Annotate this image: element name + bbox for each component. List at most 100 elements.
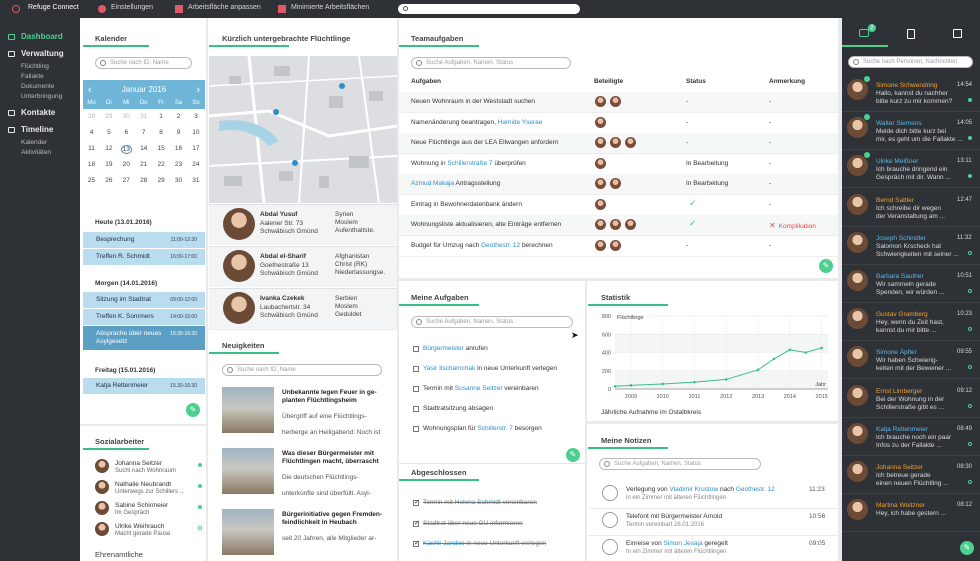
- calendar-day[interactable]: 9: [170, 129, 187, 136]
- sidebar-subitem-kalender[interactable]: Kalender: [21, 139, 47, 146]
- sidebar-subitem-fallakte[interactable]: Fallakte: [21, 73, 44, 80]
- map[interactable]: [209, 56, 397, 203]
- calendar-day[interactable]: 31: [187, 177, 204, 184]
- task-checkbox[interactable]: [413, 426, 419, 432]
- chat-search-input[interactable]: Suche nach Personen, Nachrichten: [848, 56, 973, 68]
- refugee-card[interactable]: Ivanka Czekek Laubachertstr. 34 Schwäbisc…: [209, 288, 397, 329]
- task-checkbox[interactable]: [413, 539, 420, 547]
- task-checkbox[interactable]: [413, 498, 420, 506]
- event-item[interactable]: Besprechung 11:00-12:30: [83, 232, 205, 248]
- add-event-button[interactable]: ✎: [186, 403, 200, 417]
- note-link[interactable]: Simon Jesaja: [664, 540, 703, 547]
- task-link[interactable]: Schillerstr. 7: [477, 425, 512, 432]
- task-link[interactable]: Geothestr. 12: [481, 242, 520, 249]
- task-checkbox[interactable]: [413, 519, 420, 527]
- avatar[interactable]: [625, 219, 636, 230]
- map-marker-icon[interactable]: [292, 160, 298, 166]
- my-task-text[interactable]: Bürgermeister anrufen: [423, 345, 488, 352]
- my-task-text[interactable]: Kashir Jandoo in neue Unterkunft verlege…: [423, 540, 546, 547]
- social-worker-name[interactable]: Sabine Schirmeier: [115, 502, 168, 509]
- news-image[interactable]: [222, 387, 274, 433]
- clipboard-icon[interactable]: [907, 29, 915, 39]
- news-headline[interactable]: Unbekannte legen Feuer in ge- planten Fl…: [282, 389, 377, 405]
- avatar[interactable]: [610, 96, 621, 107]
- notes-search-input[interactable]: Suche Aufgaben, Namen, Status: [599, 458, 761, 470]
- task-link[interactable]: Kashir Jandoo: [423, 540, 465, 547]
- menu-customize[interactable]: Arbeitsfläche anpassen: [188, 4, 261, 11]
- calendar-day[interactable]: 12: [100, 145, 117, 152]
- calendar-day[interactable]: 8: [153, 129, 170, 136]
- task-text[interactable]: Wohnung in Schillerstraße 7 überprüfen: [411, 160, 526, 167]
- new-chat-button[interactable]: ✎: [960, 541, 974, 555]
- sidebar-subitem-dokumente[interactable]: Dokumente: [21, 83, 54, 90]
- avatar[interactable]: [595, 178, 606, 189]
- calendar-day[interactable]: 24: [187, 161, 204, 168]
- note-line[interactable]: Telefont mit Bürgermeister Arnold: [626, 513, 722, 520]
- avatar[interactable]: [595, 219, 606, 230]
- event-item[interactable]: Treffen R. Schmidt 16:00-17:00: [83, 249, 205, 265]
- calendar-day[interactable]: 6: [118, 129, 135, 136]
- calendar-day[interactable]: 2: [170, 113, 187, 120]
- sidebar-item-dashboard[interactable]: Dashboard: [8, 32, 63, 41]
- task-text[interactable]: Budget für Umzug nach Geothestr. 12 bere…: [411, 242, 553, 249]
- calendar-day[interactable]: 15: [153, 145, 170, 152]
- social-worker-name[interactable]: Nathalie Neubrandt: [115, 481, 171, 488]
- task-text[interactable]: Eintrag in Bewohnerdatenbank ändern: [411, 201, 522, 208]
- chevron-right-icon[interactable]: ›: [196, 80, 200, 100]
- my-task-text[interactable]: Yasir Ilschamchak in neue Unterkunft ver…: [423, 365, 557, 372]
- sidebar-item-verwaltung[interactable]: Verwaltung: [8, 49, 64, 58]
- my-task-text[interactable]: Termin mit Helena Schmidt vereinbaren: [423, 499, 537, 506]
- edit-icon[interactable]: [953, 29, 962, 38]
- task-link[interactable]: Azmud Makaja: [411, 180, 454, 187]
- task-link[interactable]: Schillerstraße 7: [447, 160, 492, 167]
- calendar-day[interactable]: 30: [170, 177, 187, 184]
- avatar[interactable]: [595, 116, 606, 128]
- avatar[interactable]: [595, 239, 606, 251]
- global-search-input[interactable]: [398, 4, 580, 14]
- calendar-day[interactable]: 19: [100, 161, 117, 168]
- my-task-text[interactable]: Stadtrat über neue GU informieren: [423, 520, 523, 527]
- social-worker-name[interactable]: Johanna Seitzer: [115, 460, 162, 467]
- add-my-task-button[interactable]: ✎: [566, 448, 580, 462]
- calendar-day[interactable]: 10: [187, 129, 204, 136]
- calendar-day[interactable]: 20: [118, 161, 135, 168]
- team-search-input[interactable]: Suche Aufgaben, Namen, Status: [411, 57, 571, 69]
- calendar-day[interactable]: 18: [83, 161, 100, 168]
- avatar[interactable]: [595, 137, 606, 148]
- calendar-day[interactable]: 11: [83, 145, 100, 152]
- my-task-text[interactable]: Termin mit Susanne Seitzer vereinbaren: [423, 385, 539, 392]
- task-checkbox[interactable]: [413, 366, 419, 372]
- avatar[interactable]: [625, 137, 636, 148]
- avatar[interactable]: [610, 137, 621, 148]
- calendar-day[interactable]: 21: [135, 161, 152, 168]
- task-link[interactable]: Susanne Seitzer: [455, 385, 503, 392]
- task-checkbox[interactable]: [413, 386, 419, 392]
- avatar[interactable]: [610, 239, 621, 251]
- task-text[interactable]: Neuen Wohnraum in der Weststadt suchen: [411, 98, 535, 105]
- note-line[interactable]: Verlegung von Vladimir Krustow nach Geot…: [626, 486, 775, 493]
- sidebar-item-kontakte[interactable]: Kontakte: [8, 108, 55, 117]
- calendar-search-input[interactable]: Suche nach ID, Name: [95, 57, 192, 69]
- menu-minimized[interactable]: Minimierte Arbeitsflächen: [291, 4, 369, 11]
- sidebar-subitem-unterbringung[interactable]: Unterbringung: [21, 93, 62, 100]
- note-link[interactable]: Geothestr. 12: [736, 486, 775, 493]
- chevron-left-icon[interactable]: ‹: [88, 80, 92, 100]
- news-image[interactable]: [222, 509, 274, 555]
- calendar-day[interactable]: 14: [135, 145, 152, 152]
- task-link[interactable]: Yasir Ilschamchak: [423, 365, 475, 372]
- event-item[interactable]: Treffen K. Sommers 14:00-15:00: [83, 309, 205, 325]
- chat-icon[interactable]: [859, 29, 869, 37]
- add-task-button[interactable]: ✎: [819, 259, 833, 273]
- calendar-day[interactable]: 28: [135, 177, 152, 184]
- task-checkbox[interactable]: [413, 346, 419, 352]
- calendar-day[interactable]: 25: [83, 177, 100, 184]
- my-task-text[interactable]: Stadtratsitzung absagen: [423, 405, 493, 412]
- social-worker-name[interactable]: Ulrike Weihrauch: [115, 523, 164, 530]
- map-marker-icon[interactable]: [339, 83, 345, 89]
- calendar-day[interactable]: 23: [170, 161, 187, 168]
- news-headline[interactable]: Bürgerinitiative gegen Fremden- feindlic…: [282, 511, 382, 527]
- avatar[interactable]: [595, 96, 606, 107]
- task-link[interactable]: Helena Schmidt: [455, 499, 501, 506]
- calendar-day[interactable]: 3: [187, 113, 204, 120]
- map-marker-icon[interactable]: [273, 109, 279, 115]
